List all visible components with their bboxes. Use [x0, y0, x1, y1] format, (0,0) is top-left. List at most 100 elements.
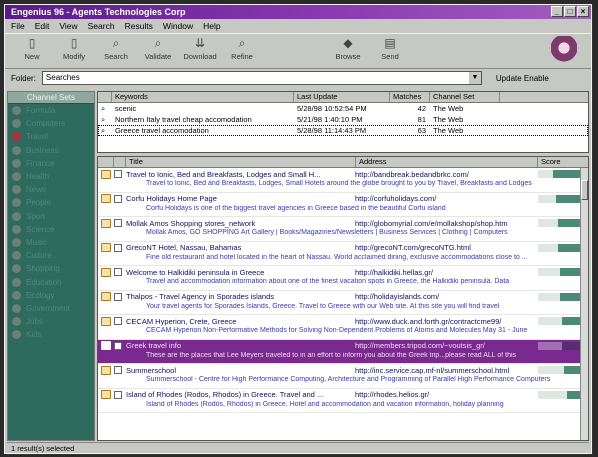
result-title[interactable]: CECAM Hyperion, Crete, Greece	[122, 317, 352, 326]
folder-select[interactable]: Searches ▼	[41, 71, 482, 85]
send-button[interactable]: ▤ Send	[369, 36, 411, 61]
download-button[interactable]: ⇊ Download	[179, 36, 221, 61]
result-address[interactable]: http://inc.service.cap.mf-nl/summerschoo…	[352, 366, 534, 375]
sidebar-item[interactable]: Shopping	[8, 262, 94, 275]
score-bar	[538, 194, 582, 203]
col-matches-header[interactable]: Matches	[390, 92, 430, 102]
result-address[interactable]: http://members.tripod.com/~voutsis_gr/	[352, 341, 534, 350]
page-icon	[101, 267, 111, 277]
col-type-header[interactable]	[98, 157, 114, 167]
result-checkbox[interactable]	[114, 243, 122, 252]
col-channel-set-header[interactable]: Channel Set	[430, 92, 500, 102]
result-checkbox[interactable]	[114, 317, 122, 325]
close-button[interactable]: ×	[577, 6, 589, 17]
col-score-header[interactable]: Score	[538, 157, 582, 167]
modify-button[interactable]: ▯ Modify	[53, 36, 95, 61]
result-row[interactable]: Summerschool http://inc.service.cap.mf-nl…	[98, 364, 588, 389]
result-title[interactable]: Island of Rhodes (Rodos, Rhodos) in Gree…	[122, 390, 352, 399]
new-button[interactable]: ▯ New	[11, 36, 53, 61]
col-check-header[interactable]	[114, 157, 126, 167]
result-row[interactable]: Thalpos - Travel Agency in Sporades isla…	[98, 291, 588, 315]
sidebar-item[interactable]: People	[8, 196, 94, 209]
result-row[interactable]: Island of Rhodes (Rodos, Rhodos) in Gree…	[98, 389, 588, 413]
sidebar-item[interactable]: Music	[8, 236, 94, 249]
sidebar-item[interactable]: Government	[8, 302, 94, 315]
col-keywords-header[interactable]: Keywords	[112, 92, 294, 102]
sidebar-item[interactable]: Jobs	[8, 315, 94, 328]
results-scrollbar[interactable]	[580, 168, 588, 440]
result-checkbox[interactable]	[114, 170, 122, 178]
result-address[interactable]: http://bandbreak.bedandbrkc.com/	[352, 170, 534, 179]
result-address[interactable]: http://halkidiki.hellas.gr/	[352, 268, 534, 277]
sidebar-item[interactable]: Computers	[8, 117, 94, 130]
menu-search[interactable]: Search	[88, 21, 115, 31]
result-checkbox[interactable]	[114, 390, 122, 399]
result-checkbox[interactable]	[114, 194, 122, 203]
result-row[interactable]: Welcome to Halkidiki peninsula in Greece…	[98, 266, 588, 291]
result-title[interactable]: Summerschool	[122, 366, 352, 375]
result-title[interactable]: Greek travel info	[122, 341, 352, 350]
title-bar[interactable]: Engenius 96 - Agents Technologies Corp _…	[5, 5, 591, 19]
menu-help[interactable]: Help	[203, 21, 220, 31]
maximize-button[interactable]: □	[564, 6, 576, 17]
sidebar-item[interactable]: Education	[8, 275, 94, 288]
refine-label: Refine	[231, 52, 253, 61]
channel-row[interactable]: ⌕ scenic 5/28/98 10:52:54 PM 42 The Web	[98, 103, 588, 114]
sidebar-item[interactable]: Formula	[8, 104, 94, 117]
validate-button[interactable]: ⌕ Validate	[137, 36, 179, 61]
result-address[interactable]: http://rhodes.helios.gr/	[352, 390, 534, 399]
sidebar-item[interactable]: Business	[8, 144, 94, 157]
result-title[interactable]: Mollak Amos Shopping stores_network	[122, 219, 352, 228]
result-title[interactable]: Welcome to Halkidiki peninsula in Greece	[122, 268, 352, 277]
sidebar-item[interactable]: Sport	[8, 210, 94, 223]
sidebar-item[interactable]: Science	[8, 223, 94, 236]
menu-edit[interactable]: Edit	[35, 21, 50, 31]
chevron-down-icon[interactable]: ▼	[468, 72, 481, 84]
result-address[interactable]: http://holidayislands.com/	[352, 292, 534, 301]
result-row[interactable]: Greek travel info http://members.tripod.c…	[98, 339, 588, 364]
result-title[interactable]: Thalpos - Travel Agency in Sporades isla…	[122, 292, 352, 301]
result-row[interactable]: Mollak Amos Shopping stores_network http:…	[98, 217, 588, 242]
result-address[interactable]: http://corfuholidays.com/	[352, 194, 534, 203]
result-address[interactable]: http://grecoNT.com/grecoNTG.html	[352, 243, 534, 252]
minimize-button[interactable]: _	[551, 6, 563, 17]
browse-button[interactable]: ◆ Browse	[327, 36, 369, 61]
sidebar-item[interactable]: Health	[8, 170, 94, 183]
sidebar-item[interactable]: Culture	[8, 249, 94, 262]
result-address[interactable]: http://globomyrial.com/e/mollakshop/shop…	[352, 219, 534, 228]
sidebar-item[interactable]: Finance	[8, 157, 94, 170]
result-checkbox[interactable]	[114, 219, 122, 227]
channel-row-selected[interactable]: ⌕ Greece travel accomodation 5/28/98 11:…	[98, 125, 588, 136]
sidebar-item[interactable]: News	[8, 183, 94, 196]
sidebar-item[interactable]: Ecology	[8, 289, 94, 302]
result-checkbox[interactable]	[114, 292, 122, 301]
col-title-header[interactable]: Title	[126, 157, 356, 167]
search-button[interactable]: ⌕ Search	[95, 36, 137, 61]
results-header: Title Address Score	[98, 157, 588, 168]
refine-button[interactable]: ⌕ Refine	[221, 36, 263, 61]
sidebar-item[interactable]: Kids	[8, 328, 94, 341]
result-title[interactable]: Travel to Ionic, Bed and Breakfasts, Lod…	[122, 170, 352, 179]
agent-avatar[interactable]	[551, 36, 577, 66]
result-title[interactable]: Corfu Holidays Home Page	[122, 194, 352, 203]
menu-window[interactable]: Window	[163, 21, 193, 31]
channel-row[interactable]: ⌕ Northern Italy travel cheap accomodati…	[98, 114, 588, 125]
result-checkbox[interactable]	[114, 341, 122, 350]
result-row[interactable]: GrecoNT Hotel, Nassau, Bahamas http://gre…	[98, 242, 588, 266]
sidebar-item[interactable]: Travel	[8, 130, 94, 143]
result-row[interactable]: Travel to Ionic, Bed and Breakfasts, Lod…	[98, 168, 588, 193]
scroll-thumb[interactable]	[581, 180, 588, 200]
result-row[interactable]: Corfu Holidays Home Page http://corfuholi…	[98, 193, 588, 217]
col-icon-header[interactable]	[98, 92, 112, 102]
menu-file[interactable]: File	[11, 21, 25, 31]
col-address-header[interactable]: Address	[356, 157, 538, 167]
result-row[interactable]: CECAM Hyperion, Crete, Greece http://www.…	[98, 315, 588, 340]
result-checkbox[interactable]	[114, 268, 122, 276]
menu-view[interactable]: View	[59, 21, 77, 31]
result-checkbox[interactable]	[114, 366, 122, 374]
update-enable-button[interactable]: Update Enable	[496, 74, 549, 83]
menu-results[interactable]: Results	[125, 21, 153, 31]
col-last-update-header[interactable]: Last Update	[294, 92, 390, 102]
result-title[interactable]: GrecoNT Hotel, Nassau, Bahamas	[122, 243, 352, 252]
result-address[interactable]: http://www.duck.and.forth.gr/contractcme…	[352, 317, 534, 326]
